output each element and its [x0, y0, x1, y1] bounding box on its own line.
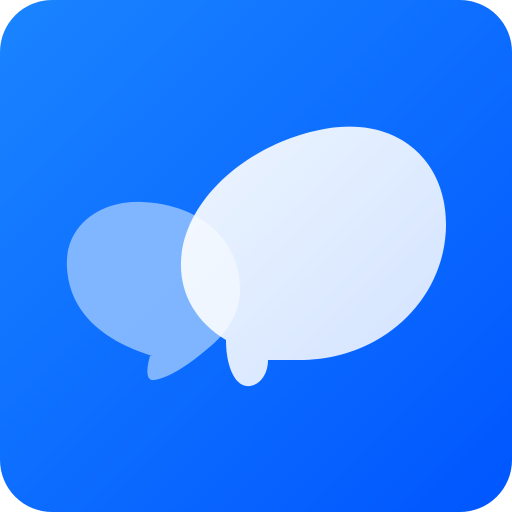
app-icon-graphic [0, 0, 512, 512]
app-icon[interactable] [0, 0, 512, 512]
